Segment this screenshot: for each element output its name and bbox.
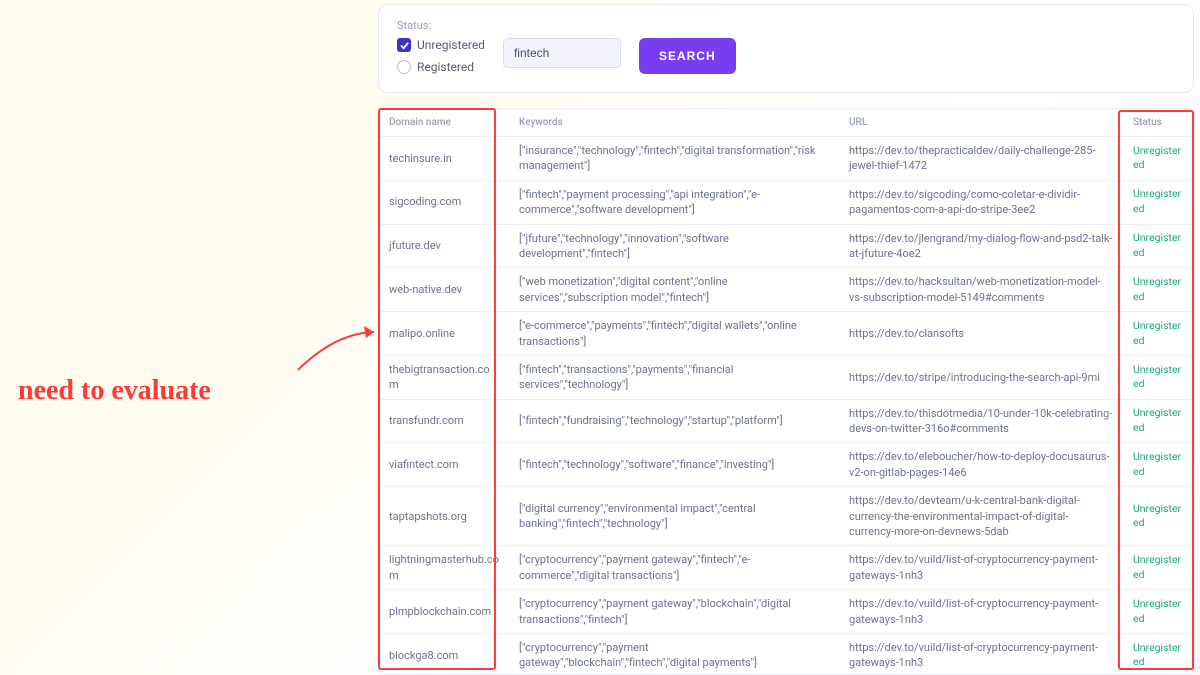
cell-domain: malipo.online [379, 312, 509, 356]
cell-keywords: ["web monetization","digital content","o… [509, 268, 839, 312]
cell-url: https://dev.to/eleboucher/how-to-deploy-… [839, 443, 1123, 487]
cell-domain: techinsure.in [379, 137, 509, 181]
col-header-status[interactable]: Status [1123, 109, 1193, 137]
cell-url: https://dev.to/thisdotmedia/10-under-10k… [839, 399, 1123, 443]
cell-keywords: ["jfuture","technology","innovation","so… [509, 224, 839, 268]
cell-status: Unregistered [1123, 355, 1193, 399]
cell-status: Unregistered [1123, 633, 1193, 675]
cell-status: Unregistered [1123, 487, 1193, 546]
cell-url: https://dev.to/devteam/u-k-central-bank-… [839, 487, 1123, 546]
search-input[interactable] [503, 38, 621, 68]
cell-domain: plmpblockchain.com [379, 590, 509, 634]
cell-domain: viafintect.com [379, 443, 509, 487]
cell-url: https://dev.to/hacksultan/web-monetizati… [839, 268, 1123, 312]
cell-keywords: ["insurance","technology","fintech","dig… [509, 137, 839, 181]
cell-status: Unregistered [1123, 268, 1193, 312]
cell-status: Unregistered [1123, 137, 1193, 181]
annotation-arrow-icon [290, 298, 390, 378]
table-row[interactable]: jfuture.dev["jfuture","technology","inno… [379, 224, 1193, 268]
cell-status: Unregistered [1123, 399, 1193, 443]
cell-domain: sigcoding.com [379, 180, 509, 224]
cell-keywords: ["fintech","technology","software","fina… [509, 443, 839, 487]
cell-url: https://dev.to/vuild/list-of-cryptocurre… [839, 546, 1123, 590]
cell-url: https://dev.to/clansofts [839, 312, 1123, 356]
results-table-wrap: Domain name Keywords URL Status techinsu… [378, 108, 1194, 675]
table-row[interactable]: web-native.dev["web monetization","digit… [379, 268, 1193, 312]
cell-keywords: ["fintech","payment processing","api int… [509, 180, 839, 224]
cell-keywords: ["cryptocurrency","payment gateway","fin… [509, 546, 839, 590]
cell-url: https://dev.to/sigcoding/como-coletar-e-… [839, 180, 1123, 224]
checkbox-unregistered[interactable]: Unregistered [397, 38, 485, 52]
cell-domain: transfundr.com [379, 399, 509, 443]
cell-keywords: ["fintech","fundraising","technology","s… [509, 399, 839, 443]
filter-panel: Status: Unregistered Registered SEARCH [378, 4, 1194, 93]
table-row[interactable]: plmpblockchain.com["cryptocurrency","pay… [379, 590, 1193, 634]
cell-keywords: ["digital currency","environmental impac… [509, 487, 839, 546]
table-row[interactable]: taptapshots.org["digital currency","envi… [379, 487, 1193, 546]
checkbox-registered[interactable]: Registered [397, 60, 485, 74]
table-row[interactable]: lightningmasterhub.com["cryptocurrency",… [379, 546, 1193, 590]
cell-keywords: ["cryptocurrency","payment gateway","blo… [509, 590, 839, 634]
cell-url: https://dev.to/jlengrand/my-dialog-flow-… [839, 224, 1123, 268]
checkbox-icon [397, 60, 411, 74]
search-button[interactable]: SEARCH [639, 38, 736, 74]
cell-url: https://dev.to/stripe/introducing-the-se… [839, 355, 1123, 399]
checkbox-registered-label: Registered [417, 60, 474, 74]
col-header-domain[interactable]: Domain name [379, 109, 509, 137]
cell-status: Unregistered [1123, 546, 1193, 590]
cell-status: Unregistered [1123, 590, 1193, 634]
col-header-url[interactable]: URL [839, 109, 1123, 137]
cell-domain: thebigtransaction.com [379, 355, 509, 399]
table-row[interactable]: sigcoding.com["fintech","payment process… [379, 180, 1193, 224]
cell-url: https://dev.to/vuild/list-of-cryptocurre… [839, 633, 1123, 675]
cell-domain: blockga8.com [379, 633, 509, 675]
table-row[interactable]: malipo.online["e-commerce","payments","f… [379, 312, 1193, 356]
cell-keywords: ["fintech","transactions","payments","fi… [509, 355, 839, 399]
cell-url: https://dev.to/vuild/list-of-cryptocurre… [839, 590, 1123, 634]
results-table: Domain name Keywords URL Status techinsu… [379, 109, 1193, 675]
cell-status: Unregistered [1123, 312, 1193, 356]
cell-url: https://dev.to/thepracticaldev/daily-cha… [839, 137, 1123, 181]
table-row[interactable]: viafintect.com["fintech","technology","s… [379, 443, 1193, 487]
table-row[interactable]: techinsure.in["insurance","technology","… [379, 137, 1193, 181]
annotation-callout: need to evaluate [18, 375, 211, 407]
cell-domain: lightningmasterhub.com [379, 546, 509, 590]
table-row[interactable]: transfundr.com["fintech","fundraising","… [379, 399, 1193, 443]
cell-status: Unregistered [1123, 443, 1193, 487]
status-label: Status: [397, 19, 1175, 32]
cell-status: Unregistered [1123, 180, 1193, 224]
table-row[interactable]: blockga8.com["cryptocurrency","payment g… [379, 633, 1193, 675]
cell-domain: taptapshots.org [379, 487, 509, 546]
cell-keywords: ["e-commerce","payments","fintech","digi… [509, 312, 839, 356]
checkbox-unregistered-label: Unregistered [417, 38, 485, 52]
cell-status: Unregistered [1123, 224, 1193, 268]
checkbox-icon [397, 38, 411, 52]
cell-domain: jfuture.dev [379, 224, 509, 268]
table-row[interactable]: thebigtransaction.com["fintech","transac… [379, 355, 1193, 399]
col-header-keywords[interactable]: Keywords [509, 109, 839, 137]
cell-keywords: ["cryptocurrency","payment gateway","blo… [509, 633, 839, 675]
cell-domain: web-native.dev [379, 268, 509, 312]
